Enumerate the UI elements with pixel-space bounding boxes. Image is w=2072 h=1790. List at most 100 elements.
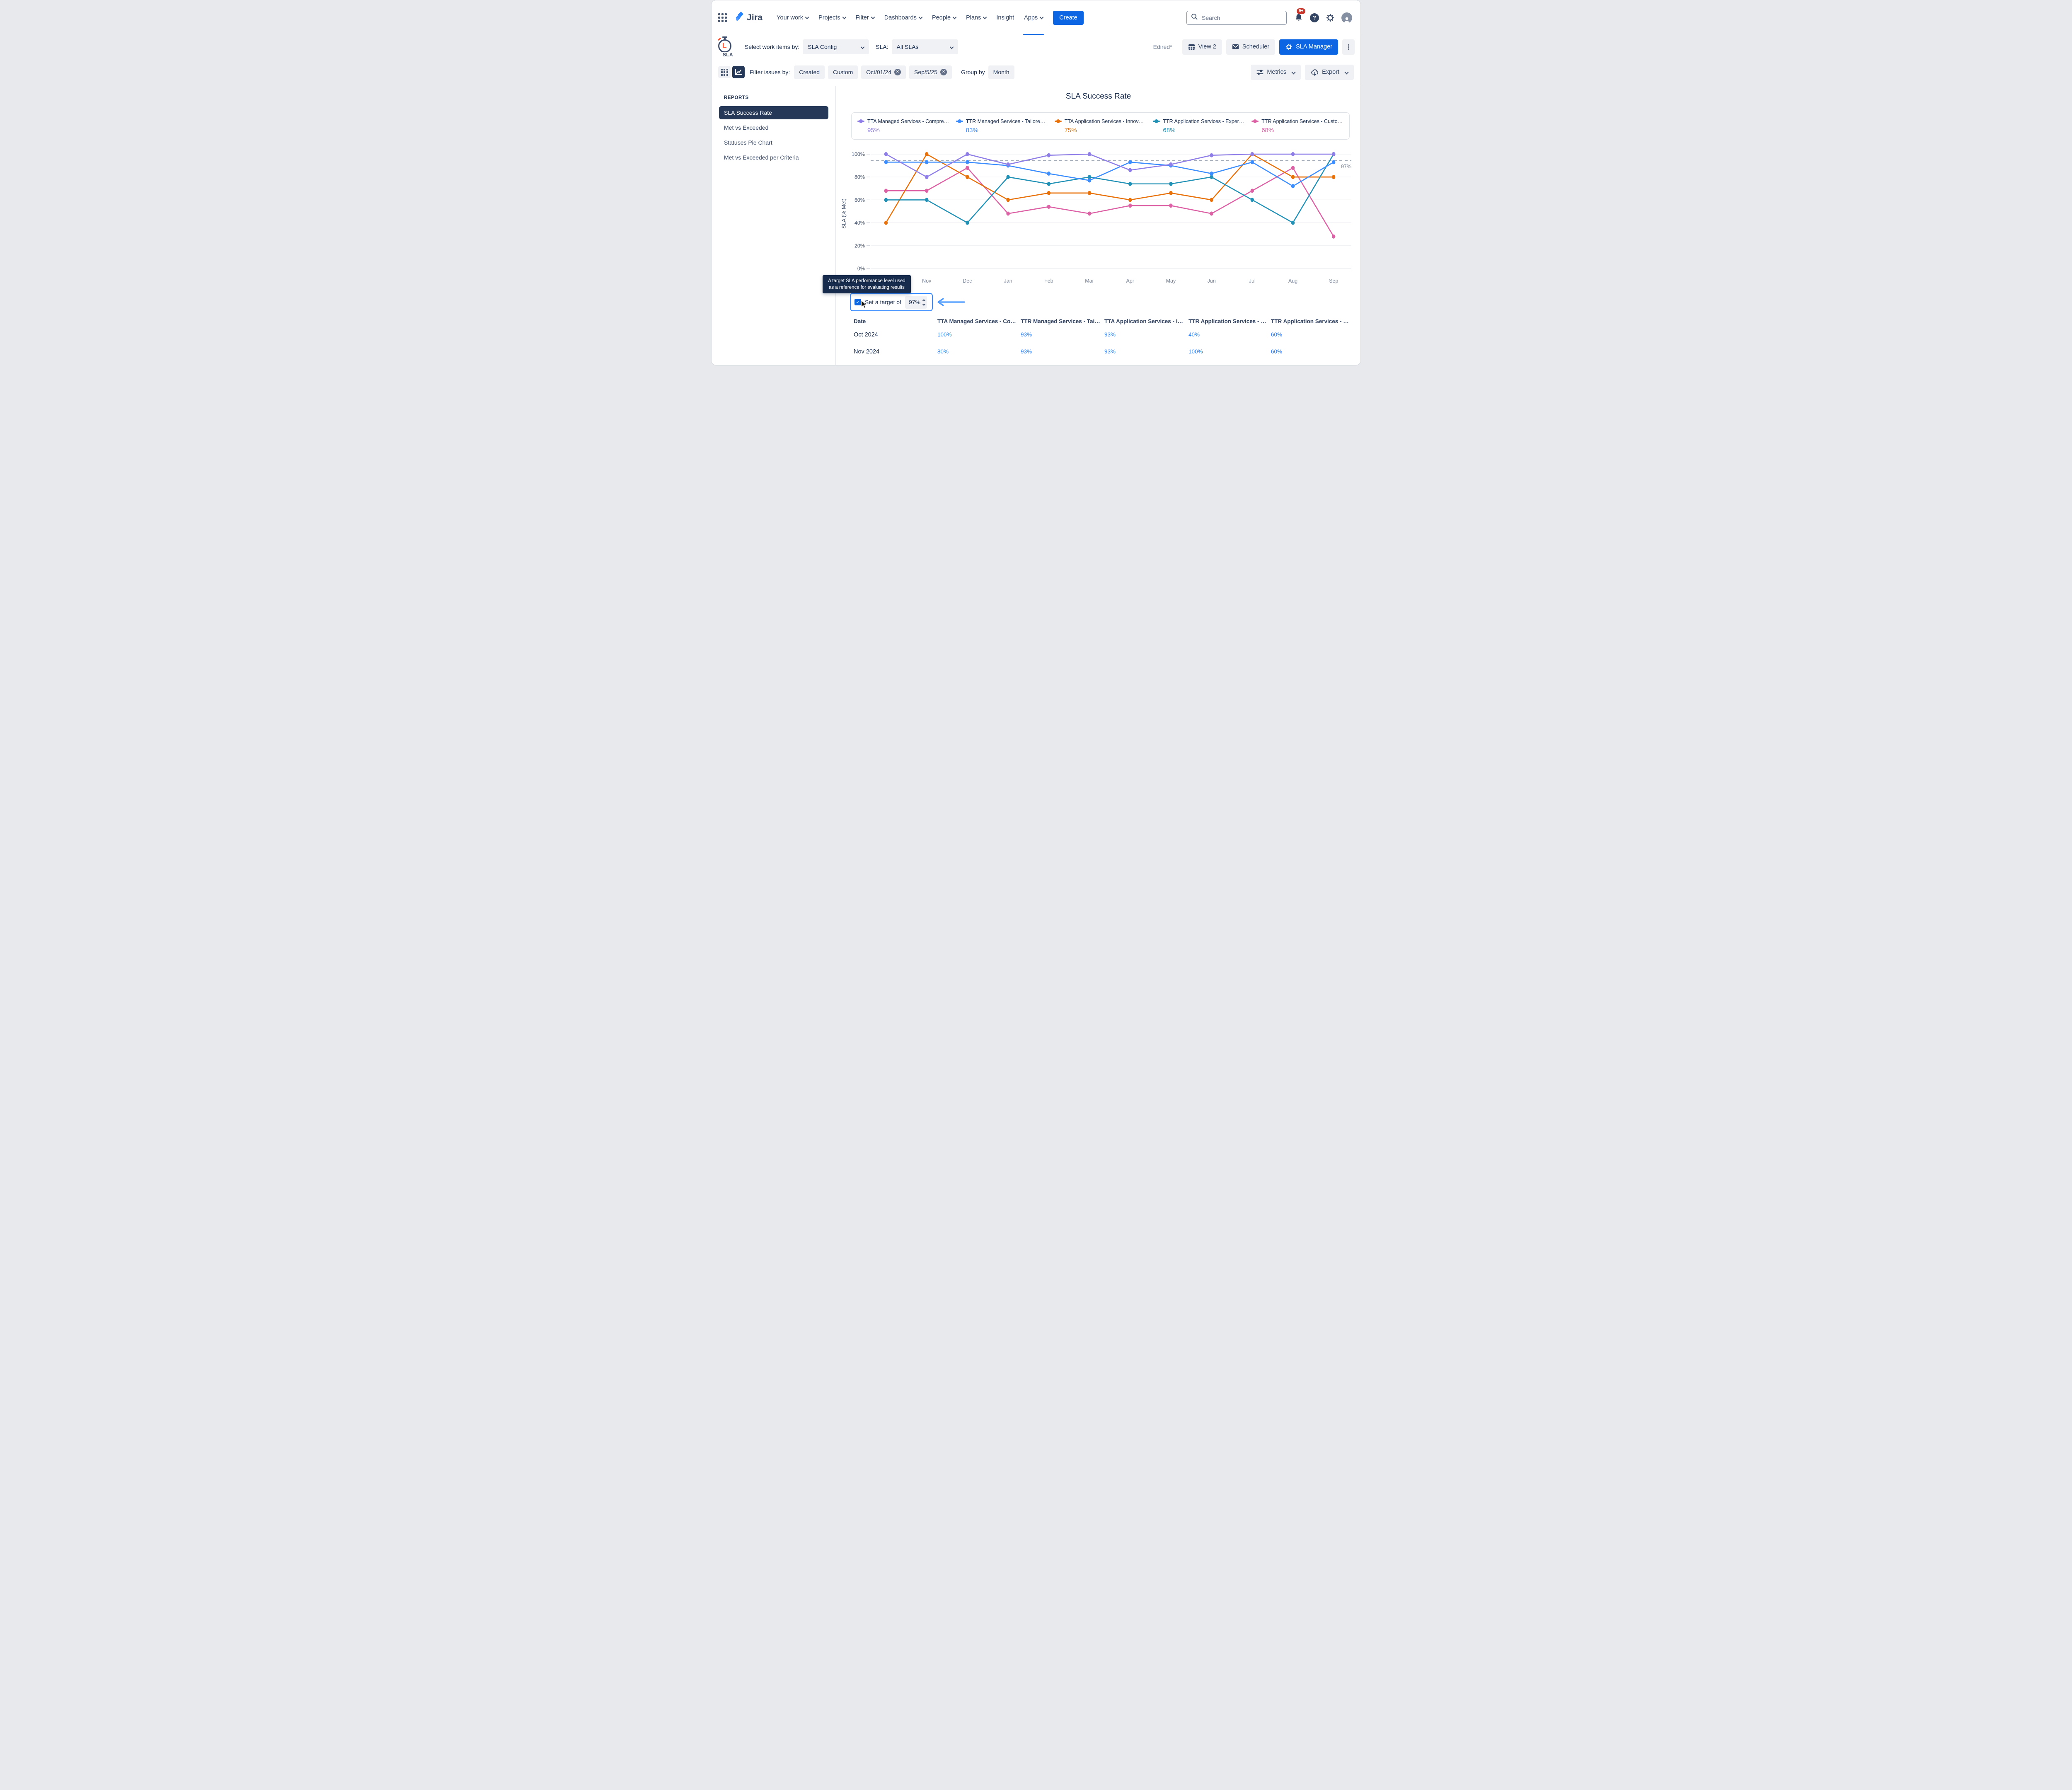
avatar bbox=[1341, 12, 1352, 23]
legend-item-3[interactable]: TTA Application Services - Innova…75% bbox=[1051, 119, 1150, 134]
view-2-button[interactable]: View 2 bbox=[1182, 39, 1222, 55]
chart-view-toggle[interactable] bbox=[732, 66, 745, 78]
remove-filter-icon[interactable]: ✕ bbox=[894, 69, 901, 75]
chevron-down-icon bbox=[983, 15, 987, 19]
nav-item-label: People bbox=[932, 15, 951, 21]
filter-chip-label: Custom bbox=[833, 69, 853, 75]
reports-header: REPORTS bbox=[724, 95, 827, 100]
sla-line-chart[interactable]: 100%80%60%40%20%0%NovDecJanFebMarAprMayJ… bbox=[840, 150, 1354, 288]
sla-label: SLA: bbox=[876, 44, 888, 50]
legend-item-row: TTA Managed Services - Compreh… bbox=[857, 119, 949, 124]
all-slas-dropdown[interactable]: All SLAs bbox=[892, 39, 958, 54]
grid-icon bbox=[721, 69, 728, 76]
nav-item-filter[interactable]: Filter bbox=[851, 0, 879, 35]
remove-filter-icon[interactable]: ✕ bbox=[940, 69, 947, 75]
legend-marker-icon bbox=[857, 119, 864, 123]
nav-item-apps[interactable]: Apps bbox=[1019, 0, 1048, 35]
svg-text:100%: 100% bbox=[852, 152, 865, 157]
sidebar-item-met-vs-exceeded-per-criteria[interactable]: Met vs Exceeded per Criteria bbox=[719, 151, 828, 164]
sidebar-item-sla-success-rate[interactable]: SLA Success Rate bbox=[719, 106, 828, 119]
notifications-button[interactable]: 9+ bbox=[1294, 13, 1303, 22]
svg-text:60%: 60% bbox=[854, 197, 865, 203]
profile-button[interactable] bbox=[1341, 12, 1352, 23]
chevron-down-icon bbox=[1345, 70, 1349, 74]
search-input[interactable] bbox=[1201, 14, 1282, 22]
group-by-month-chip[interactable]: Month bbox=[988, 65, 1014, 79]
jira-logo[interactable]: Jira bbox=[734, 11, 762, 24]
table-cell-value[interactable]: 93% bbox=[1104, 348, 1185, 355]
nav-item-label: Apps bbox=[1024, 15, 1038, 21]
nav-item-people[interactable]: People bbox=[927, 0, 961, 35]
legend-item-4[interactable]: TTR Application Services - Expert…68% bbox=[1150, 119, 1248, 134]
stepper-buttons[interactable] bbox=[923, 299, 925, 305]
sidebar-item-met-vs-exceeded[interactable]: Met vs Exceeded bbox=[719, 121, 828, 134]
svg-text:20%: 20% bbox=[854, 243, 865, 249]
chevron-down-icon bbox=[918, 15, 922, 19]
legend-series-name: TTA Managed Services - Compreh… bbox=[867, 119, 949, 124]
nav-item-label: Projects bbox=[818, 15, 840, 21]
search-box[interactable] bbox=[1186, 11, 1287, 25]
help-button[interactable]: ? bbox=[1310, 13, 1319, 22]
legend-item-5[interactable]: TTR Application Services - Custo…68% bbox=[1248, 119, 1347, 134]
grid-view-toggle[interactable] bbox=[718, 66, 731, 78]
filter-chip-created[interactable]: Created bbox=[794, 65, 825, 79]
sla-manager-button[interactable]: SLA Manager bbox=[1279, 39, 1338, 55]
nav-item-dashboards[interactable]: Dashboards bbox=[879, 0, 927, 35]
legend-series-value: 83% bbox=[956, 127, 1048, 134]
legend-item-1[interactable]: TTA Managed Services - Compreh… 95% bbox=[854, 119, 953, 134]
nav-item-insight[interactable]: Insight bbox=[991, 0, 1019, 35]
nav-item-your-work[interactable]: Your work bbox=[772, 0, 813, 35]
table-cell-value[interactable]: 93% bbox=[1021, 348, 1101, 355]
svg-text:97%: 97% bbox=[1341, 164, 1351, 169]
mouse-cursor bbox=[861, 300, 867, 311]
table-row: Oct 2024100%93%93%40%60% bbox=[836, 331, 1360, 340]
svg-text:0%: 0% bbox=[857, 266, 865, 272]
scheduler-button[interactable]: Scheduler bbox=[1226, 39, 1275, 55]
edited-status-label: Edired* bbox=[1153, 44, 1172, 50]
table-row: Nov 202480%93%93%100%60% bbox=[836, 348, 1360, 357]
table-cell-date: Oct 2024 bbox=[854, 331, 934, 338]
legend-marker-icon bbox=[1055, 119, 1062, 123]
table-cell-value[interactable]: 100% bbox=[937, 331, 1018, 338]
table-header-row: DateTTA Managed Services - Compr…TTR Man… bbox=[836, 318, 1360, 327]
export-button[interactable]: Export bbox=[1305, 65, 1354, 80]
sidebar-item-statuses-pie-chart[interactable]: Statuses Pie Chart bbox=[719, 136, 828, 149]
app-switcher-icon[interactable] bbox=[718, 13, 727, 22]
create-button[interactable]: Create bbox=[1053, 11, 1084, 25]
settings-button[interactable] bbox=[1326, 13, 1335, 22]
table-cell-value[interactable]: 60% bbox=[1271, 331, 1352, 338]
target-value-input[interactable]: 97% bbox=[905, 296, 927, 309]
jira-logo-icon bbox=[734, 11, 744, 24]
content-area: REPORTS SLA Success Rate Met vs Exceeded S… bbox=[712, 86, 1360, 365]
sla-app-logo: L SLA bbox=[717, 37, 737, 58]
nav-item-label: Filter bbox=[856, 15, 869, 21]
svg-text:80%: 80% bbox=[854, 174, 865, 180]
svg-text:Jun: Jun bbox=[1208, 278, 1216, 284]
jira-logo-text: Jira bbox=[747, 13, 762, 23]
legend-series-value: 95% bbox=[857, 127, 949, 134]
legend-item-row: TTR Managed Services - Tailored I… bbox=[956, 119, 1048, 124]
date-filter-chip[interactable]: Oct/01/24✕ bbox=[861, 65, 906, 79]
table-cell-value[interactable]: 93% bbox=[1104, 331, 1185, 338]
metrics-button[interactable]: Metrics bbox=[1251, 65, 1301, 80]
table-cell-value[interactable]: 93% bbox=[1021, 331, 1101, 338]
table-cell-value[interactable]: 60% bbox=[1271, 348, 1352, 355]
nav-item-label: Plans bbox=[966, 15, 981, 21]
nav-item-label: Your work bbox=[777, 15, 803, 21]
nav-item-projects[interactable]: Projects bbox=[813, 0, 850, 35]
table-header-series-1: TTA Managed Services - Compr… bbox=[937, 318, 1018, 324]
filter-chip-custom[interactable]: Custom bbox=[828, 65, 858, 79]
table-cell-value[interactable]: 100% bbox=[1188, 348, 1269, 355]
line-chart-icon bbox=[735, 69, 742, 75]
nav-item-plans[interactable]: Plans bbox=[961, 0, 991, 35]
target-checkbox[interactable]: ✓ bbox=[854, 299, 861, 305]
legend-item-row: TTR Application Services - Custo… bbox=[1251, 119, 1343, 124]
sla-config-dropdown[interactable]: SLA Config bbox=[803, 39, 869, 54]
legend-item-2[interactable]: TTR Managed Services - Tailored I… 83% bbox=[953, 119, 1051, 134]
chevron-down-icon bbox=[953, 15, 957, 19]
table-cell-value[interactable]: 80% bbox=[937, 348, 1018, 355]
more-options-button[interactable]: ⋮ bbox=[1342, 39, 1355, 55]
legend-series-name: TTA Application Services - Innova… bbox=[1065, 119, 1147, 124]
date-filter-chip[interactable]: Sep/5/25✕ bbox=[909, 65, 952, 79]
table-cell-value[interactable]: 40% bbox=[1188, 331, 1269, 338]
